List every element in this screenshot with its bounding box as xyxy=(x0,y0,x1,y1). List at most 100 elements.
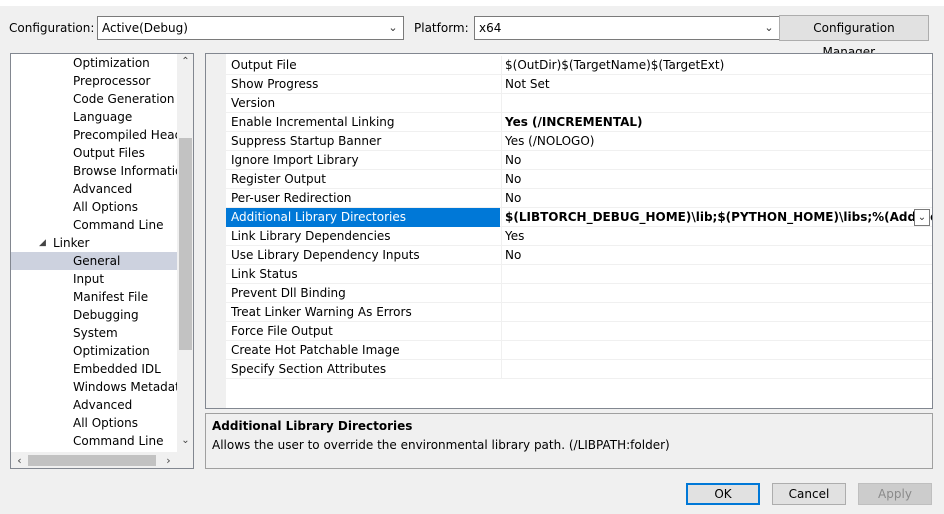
property-value[interactable]: No xyxy=(501,170,932,189)
tree-item-label: Optimization xyxy=(73,56,150,70)
property-value[interactable]: No xyxy=(501,151,932,170)
tree-item-label: Optimization xyxy=(73,344,150,358)
property-value[interactable] xyxy=(501,303,932,322)
tree-item-label: Debugging xyxy=(73,308,139,322)
tree-item-label: Preprocessor xyxy=(73,74,151,88)
property-value[interactable]: $(LIBTORCH_DEBUG_HOME)\lib;$(PYTHON_HOME… xyxy=(501,208,932,227)
tree-item[interactable]: Embedded IDL xyxy=(11,360,179,378)
property-name: Show Progress xyxy=(231,77,319,91)
tree-item-label: Input xyxy=(73,272,105,286)
tree-item-label: Advanced xyxy=(73,182,133,196)
tree-item-label: All Options xyxy=(73,200,138,214)
scroll-right-icon[interactable]: › xyxy=(160,452,177,468)
property-value[interactable] xyxy=(501,284,932,303)
tree-item-label: Linker xyxy=(53,236,90,250)
tree-item[interactable]: Output Files xyxy=(11,144,179,162)
property-row[interactable]: Suppress Startup Banner Yes (/NOLOGO) xyxy=(226,132,932,151)
property-row[interactable]: Treat Linker Warning As Errors xyxy=(226,303,932,322)
tree-item[interactable]: General xyxy=(11,252,179,270)
expand-arrow-icon[interactable]: ◢ xyxy=(39,234,46,252)
property-value[interactable] xyxy=(501,360,932,379)
property-value[interactable]: Yes (/INCREMENTAL) xyxy=(501,113,932,132)
tree-item[interactable]: Code Generation xyxy=(11,90,179,108)
tree-item-label: Output Files xyxy=(73,146,145,160)
tree-item[interactable]: System xyxy=(11,324,179,342)
tree-item[interactable]: Optimization xyxy=(11,342,179,360)
property-row[interactable]: Force File Output xyxy=(226,322,932,341)
property-row[interactable]: Version xyxy=(226,94,932,113)
property-value[interactable]: No xyxy=(501,189,932,208)
property-value[interactable]: No xyxy=(501,246,932,265)
tree-item[interactable]: Optimization xyxy=(11,54,179,72)
property-row[interactable]: Show Progress Not Set xyxy=(226,75,932,94)
property-value[interactable] xyxy=(501,322,932,341)
scroll-thumb[interactable] xyxy=(179,138,192,350)
property-grid: Output File $(OutDir)$(TargetName)$(Targe… xyxy=(205,53,933,409)
property-row[interactable]: Output File $(OutDir)$(TargetName)$(Targe… xyxy=(226,56,932,75)
ok-button[interactable]: OK xyxy=(686,483,760,505)
tree-item[interactable]: Manifest File xyxy=(11,288,179,306)
property-value[interactable]: Yes (/NOLOGO) xyxy=(501,132,932,151)
tree-item-label: Command Line xyxy=(73,434,164,448)
property-value[interactable]: Not Set xyxy=(501,75,932,94)
scroll-up-icon[interactable]: ⌃ xyxy=(177,56,193,72)
tree-item[interactable]: Advanced xyxy=(11,180,179,198)
tree-item[interactable]: Language xyxy=(11,108,179,126)
tree-item[interactable]: Command Line xyxy=(11,432,179,450)
configuration-manager-button[interactable]: Configuration Manager... xyxy=(779,15,929,59)
tree-item[interactable]: Input xyxy=(11,270,179,288)
description-title: Additional Library Directories xyxy=(212,419,413,433)
property-name: Create Hot Patchable Image xyxy=(231,343,400,357)
scroll-down-icon[interactable]: ⌄ xyxy=(177,435,193,451)
tree-item[interactable]: Command Line xyxy=(11,216,179,234)
property-value[interactable] xyxy=(501,265,932,284)
property-row[interactable]: Link Library Dependencies Yes xyxy=(226,227,932,246)
property-row[interactable]: Use Library Dependency Inputs No xyxy=(226,246,932,265)
property-row[interactable]: Prevent Dll Binding xyxy=(226,284,932,303)
property-name: Output File xyxy=(231,58,297,72)
tree-item-label: Advanced xyxy=(73,398,133,412)
property-name: Ignore Import Library xyxy=(231,153,359,167)
tree-item[interactable]: ◢ Linker xyxy=(11,234,179,252)
scroll-left-icon[interactable]: ‹ xyxy=(11,452,28,468)
tree-item-label: Code Generation xyxy=(73,92,175,106)
property-row[interactable]: Ignore Import Library No xyxy=(226,151,932,170)
property-name: Version xyxy=(231,96,276,110)
property-value[interactable] xyxy=(501,341,932,360)
property-row[interactable]: Register Output No xyxy=(226,170,932,189)
configuration-dropdown[interactable]: Active(Debug) ⌄ xyxy=(97,16,404,40)
tree-item[interactable]: Debugging xyxy=(11,306,179,324)
tree-item-label: Language xyxy=(73,110,133,124)
tree-item[interactable]: All Options xyxy=(11,414,179,432)
property-row[interactable]: Specify Section Attributes xyxy=(226,360,932,379)
property-value[interactable]: $(OutDir)$(TargetName)$(TargetExt) xyxy=(501,56,932,75)
property-row[interactable]: Create Hot Patchable Image xyxy=(226,341,932,360)
tree-horizontal-scrollbar[interactable]: ‹ › xyxy=(11,452,193,468)
tree-item[interactable]: Preprocessor xyxy=(11,72,179,90)
tree-item[interactable]: Precompiled Heade xyxy=(11,126,179,144)
property-row[interactable]: Link Status xyxy=(226,265,932,284)
toolbar: Configuration: Active(Debug) ⌄ Platform:… xyxy=(0,0,944,59)
tree-vertical-scrollbar[interactable]: ⌃ ⌄ xyxy=(177,54,193,452)
apply-button[interactable]: Apply xyxy=(858,483,932,505)
tree-item-label: System xyxy=(73,326,118,340)
property-name: Enable Incremental Linking xyxy=(231,115,395,129)
platform-dropdown[interactable]: x64 ⌄ xyxy=(474,16,780,40)
tree-item[interactable]: Advanced xyxy=(11,396,179,414)
tree-item-label: Embedded IDL xyxy=(73,362,161,376)
property-row[interactable]: Additional Library Directories $(LIBTORCH… xyxy=(226,208,932,227)
tree-item[interactable]: Windows Metadata xyxy=(11,378,179,396)
chevron-down-icon[interactable]: ⌄ xyxy=(914,209,930,226)
property-value[interactable]: Yes xyxy=(501,227,932,246)
property-name: Link Status xyxy=(231,267,298,281)
scroll-thumb[interactable] xyxy=(28,455,156,466)
property-row[interactable]: Enable Incremental Linking Yes (/INCREMEN… xyxy=(226,113,932,132)
tree-item-label: Browse Information xyxy=(73,164,179,178)
tree-item[interactable]: All Options xyxy=(11,198,179,216)
property-name: Prevent Dll Binding xyxy=(231,286,346,300)
tree-item[interactable]: Browse Information xyxy=(11,162,179,180)
property-value[interactable] xyxy=(501,94,932,113)
cancel-button[interactable]: Cancel xyxy=(772,483,846,505)
description-panel: Additional Library Directories Allows th… xyxy=(205,413,933,469)
property-row[interactable]: Per-user Redirection No xyxy=(226,189,932,208)
